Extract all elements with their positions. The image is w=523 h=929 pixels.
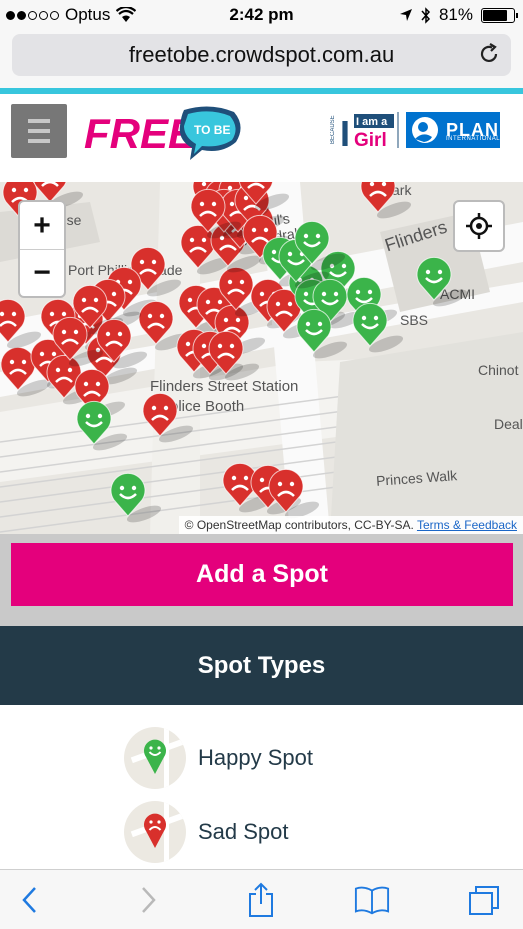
forward-chevron-icon	[142, 887, 156, 913]
legend-label: Happy Spot	[198, 745, 313, 770]
browser-toolbar	[0, 869, 523, 929]
zoom-controls: + −	[18, 200, 66, 298]
svg-text:Girl: Girl	[354, 130, 387, 150]
back-button[interactable]	[12, 882, 48, 918]
status-bar: Optus 2:42 pm 81%	[0, 0, 523, 30]
happy-spot-pin[interactable]	[416, 256, 469, 309]
spot-types-heading: Spot Types	[0, 626, 523, 705]
zoom-in-button[interactable]: +	[20, 202, 64, 249]
add-spot-button[interactable]: Add a Spot	[11, 543, 513, 606]
url-bar[interactable]: freetobe.crowdspot.com.au	[12, 34, 511, 76]
bluetooth-icon	[421, 6, 430, 24]
battery-icon	[481, 7, 518, 23]
share-icon	[249, 882, 273, 917]
share-button[interactable]	[243, 882, 279, 918]
free-to-be-logo[interactable]: FREE TO BE	[84, 104, 248, 164]
zoom-out-button[interactable]: −	[20, 249, 64, 296]
legend-map-thumbnail	[124, 801, 186, 863]
battery-percent: 81%	[438, 5, 473, 24]
legend-item-happy[interactable]: Happy Spot	[124, 727, 313, 789]
browser-url-area: freetobe.crowdspot.com.au	[0, 30, 523, 88]
map[interactable]: s House Port Phillip Arcade St Paul's Ca…	[0, 182, 523, 534]
spot-types-legend: Happy Spot Sad Spot	[0, 705, 523, 869]
forward-button[interactable]	[130, 882, 166, 918]
tabs-button[interactable]	[466, 882, 502, 918]
svg-text:TO BE: TO BE	[194, 123, 230, 137]
attribution-text: © OpenStreetMap contributors, CC-BY-SA.	[184, 518, 414, 532]
svg-text:BECAUSE: BECAUSE	[330, 115, 336, 144]
legend-map-thumbnail	[124, 727, 186, 789]
plan-international-logo[interactable]: PLAN INTERNATIONAL	[406, 112, 500, 148]
spot-pins-layer	[0, 182, 469, 525]
sad-pin-icon	[144, 813, 166, 848]
tabs-icon	[469, 886, 499, 915]
because-i-am-a-girl-logo[interactable]: BECAUSE I I am a Girl	[330, 110, 400, 150]
bookmarks-button[interactable]	[354, 882, 390, 918]
sad-spot-pin[interactable]	[142, 392, 195, 445]
crosshair-icon	[466, 213, 492, 239]
reload-icon[interactable]	[477, 42, 501, 66]
legend-label: Sad Spot	[198, 819, 289, 844]
terms-feedback-link[interactable]: Terms & Feedback	[417, 518, 517, 532]
svg-text:I am a: I am a	[356, 116, 388, 128]
add-spot-area: Add a Spot	[0, 534, 523, 626]
back-chevron-icon	[22, 887, 36, 913]
book-icon	[354, 886, 390, 915]
status-right: 81%	[399, 5, 518, 25]
plan-person-icon	[412, 117, 438, 143]
hamburger-menu-button[interactable]	[11, 104, 67, 158]
happy-pin-icon	[144, 739, 166, 774]
sad-spot-pin[interactable]	[360, 182, 413, 222]
site-header: FREE TO BE BECAUSE I I am a Girl PLAN IN…	[0, 94, 523, 182]
svg-text:I: I	[340, 113, 350, 150]
happy-spot-pin[interactable]	[110, 472, 163, 525]
map-attribution: © OpenStreetMap contributors, CC-BY-SA. …	[178, 516, 523, 534]
url-text: freetobe.crowdspot.com.au	[128, 42, 395, 67]
happy-spot-pin[interactable]	[352, 302, 405, 355]
locate-me-button[interactable]	[453, 200, 505, 252]
location-arrow-icon	[399, 9, 412, 21]
legend-item-sad[interactable]: Sad Spot	[124, 801, 289, 863]
